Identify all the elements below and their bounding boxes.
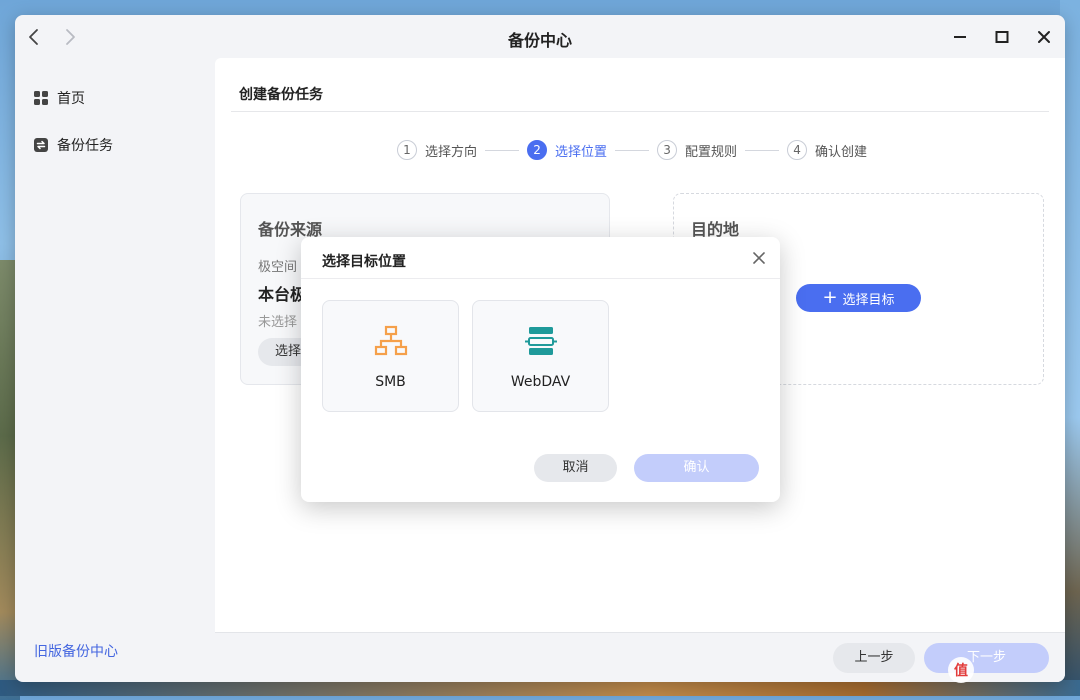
window-title: 备份中心	[507, 31, 572, 50]
source-device: 本台极	[258, 285, 307, 304]
step-number: 2	[527, 140, 548, 160]
step-label: 选择方向	[425, 144, 478, 160]
option-label: SMB	[375, 374, 406, 390]
sidebar-item-label: 首页	[57, 91, 85, 107]
minimize-button[interactable]	[950, 27, 970, 47]
dialog-close-button[interactable]	[751, 250, 767, 266]
step-number: 1	[397, 140, 417, 160]
page-title: 创建备份任务	[239, 87, 323, 103]
step-label: 确认创建	[815, 144, 868, 160]
source-subtitle: 极空间	[258, 260, 298, 275]
backup-icon	[33, 137, 49, 153]
sidebar-item-home[interactable]: 首页	[33, 86, 85, 110]
dialog-title: 选择目标位置	[322, 254, 406, 270]
server-icon	[524, 324, 558, 358]
step-3: 3 配置规则	[657, 140, 737, 160]
title-bar: 备份中心	[15, 15, 1065, 59]
stepper: 1 选择方向 2 选择位置 3 配置规则 4 确认创建	[397, 138, 867, 162]
step-label: 配置规则	[685, 144, 738, 160]
step-4: 4 确认创建	[787, 140, 867, 160]
logo-icon: 值	[947, 656, 975, 684]
network-icon	[374, 324, 408, 358]
select-target-label: 选择目标	[842, 292, 895, 308]
dialog-divider	[301, 278, 780, 279]
step-number: 3	[657, 140, 678, 160]
option-smb[interactable]: SMB	[322, 300, 459, 412]
dialog-cancel-button[interactable]: 取消	[534, 454, 617, 482]
option-label: WebDAV	[510, 374, 571, 390]
plus-icon: +	[822, 287, 838, 308]
maximize-icon	[995, 31, 1009, 43]
next-step-button[interactable]: 下一步	[924, 643, 1049, 673]
sidebar-item-backup-tasks[interactable]: 备份任务	[33, 133, 113, 157]
legacy-backup-center-link[interactable]: 旧版备份中心	[34, 641, 118, 661]
close-icon	[753, 252, 765, 264]
sidebar-item-label: 备份任务	[57, 138, 113, 154]
step-1: 1 选择方向	[397, 140, 477, 160]
svg-text:值: 值	[954, 662, 968, 679]
step-connector	[745, 149, 780, 151]
dialog-confirm-button[interactable]: 确认	[634, 454, 759, 482]
header-divider	[231, 111, 1049, 112]
sidebar: 首页 备份任务 旧版备份中心	[15, 59, 215, 682]
previous-step-button[interactable]: 上一步	[833, 643, 915, 673]
step-connector	[615, 149, 650, 151]
grid-icon	[33, 90, 49, 106]
step-2: 2 选择位置	[527, 140, 607, 160]
footer: 上一步 下一步	[215, 632, 1065, 682]
minimize-icon	[954, 36, 966, 38]
maximize-button[interactable]	[992, 27, 1012, 47]
close-button[interactable]	[1034, 27, 1054, 47]
wallpaper-bottom	[0, 680, 1080, 696]
step-connector	[485, 149, 520, 151]
step-number: 4	[787, 140, 808, 160]
close-icon	[1038, 31, 1050, 43]
select-target-button[interactable]: + 选择目标	[796, 284, 921, 312]
step-label: 选择位置	[555, 144, 608, 160]
select-target-dialog: 选择目标位置 SMB WebDAV 取消 确认	[301, 237, 780, 502]
source-empty-text: 未选择	[258, 315, 298, 330]
option-webdav[interactable]: WebDAV	[472, 300, 609, 412]
